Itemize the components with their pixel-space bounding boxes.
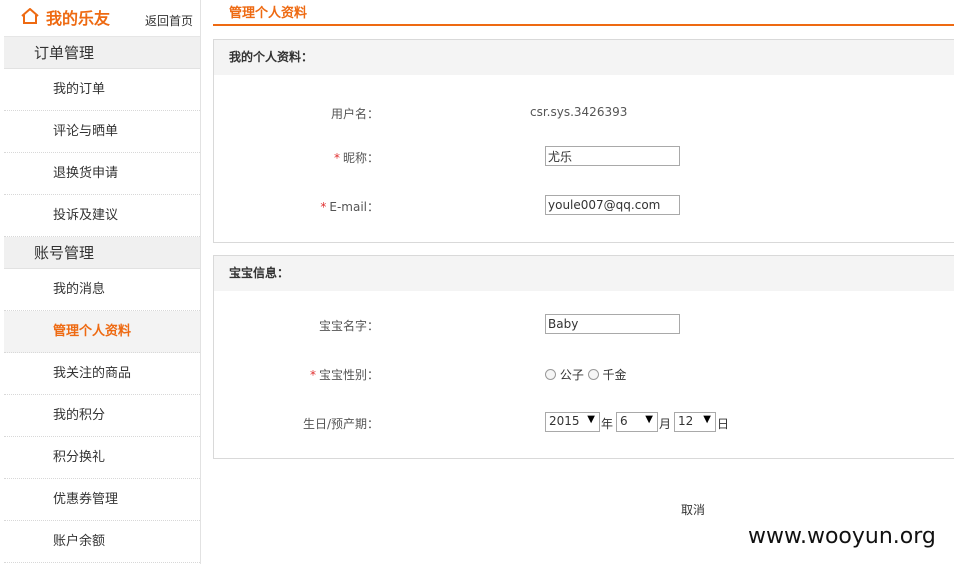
cancel-button[interactable]: 取消 — [681, 501, 705, 518]
chevron-down-icon: ▼ — [645, 414, 653, 425]
nickname-row: * 昵称： — [214, 146, 954, 168]
watermark: www.wooyun.org — [740, 519, 954, 555]
year-select[interactable]: 2015 ▼ — [545, 412, 600, 432]
required-mark: * — [320, 200, 327, 214]
profile-panel: 我的个人资料： 用户名： csr.sys.3426393 *昵称： *E-mai… — [213, 39, 954, 243]
sidebar-item-points-exchange[interactable]: 积分换礼 — [4, 437, 200, 479]
year-value: 2015 — [549, 414, 580, 428]
sidebar-item-messages[interactable]: 我的消息 — [4, 269, 200, 311]
baby-panel-header: 宝宝信息： — [214, 256, 954, 291]
baby-gender-row: * 宝宝性别： 公子 千金 — [214, 363, 954, 385]
chevron-down-icon: ▼ — [587, 414, 595, 425]
required-mark: * — [309, 368, 316, 382]
page-title-bar: 管理个人资料 — [213, 0, 954, 26]
baby-gender-label-wrap: * 宝宝性别： — [310, 366, 379, 383]
baby-gender-label: 宝宝性别： — [318, 368, 379, 382]
sidebar-title: 我的乐友 — [46, 9, 111, 28]
email-label: E-mail： — [329, 200, 379, 214]
username-value: csr.sys.3426393 — [530, 105, 628, 119]
gender-option-boy-label: 公子 — [559, 368, 584, 382]
day-select[interactable]: 12 ▼ — [674, 412, 716, 432]
required-mark: * — [333, 151, 340, 165]
back-home-link[interactable]: 返回首页 — [145, 12, 193, 29]
sidebar-header: 我的乐友 返回首页 — [4, 0, 200, 37]
sidebar-item-returns[interactable]: 退换货申请 — [4, 153, 200, 195]
day-unit: 日 — [717, 417, 730, 431]
sidebar: 我的乐友 返回首页 订单管理 我的订单 评论与晒单 退换货申请 投诉及建议 账号… — [4, 0, 201, 564]
sidebar-item-followed-products[interactable]: 我关注的商品 — [4, 353, 200, 395]
sidebar-item-reviews[interactable]: 评论与晒单 — [4, 111, 200, 153]
nickname-label: 昵称： — [342, 151, 379, 165]
home-icon — [21, 8, 39, 24]
gender-option-girl-label: 千金 — [602, 368, 627, 382]
month-unit: 月 — [659, 417, 672, 431]
email-input[interactable] — [545, 195, 680, 215]
profile-panel-header: 我的个人资料： — [214, 40, 954, 75]
gender-radio-girl[interactable] — [587, 369, 599, 380]
chevron-down-icon: ▼ — [703, 414, 711, 425]
baby-panel: 宝宝信息： 宝宝名字： *宝宝性别： 公子 千金 生日/预产期： 2015 ▼ … — [213, 255, 954, 459]
gender-options: 公子 千金 — [545, 366, 627, 383]
sidebar-item-my-orders[interactable]: 我的订单 — [4, 69, 200, 111]
page-title: 管理个人资料 — [229, 6, 308, 21]
gender-radio-boy[interactable] — [545, 369, 556, 380]
baby-name-row: 宝宝名字： — [214, 314, 954, 336]
birthday-label: 生日/预产期： — [302, 417, 379, 431]
sidebar-item-manage-profile[interactable]: 管理个人资料 — [4, 311, 200, 353]
sidebar-item-points[interactable]: 我的积分 — [4, 395, 200, 437]
baby-name-input[interactable] — [545, 314, 680, 334]
username-label: 用户名： — [330, 107, 379, 121]
birthday-row: 生日/预产期： 2015 ▼ 年 6 ▼ 月 12 ▼ 日 — [214, 412, 954, 434]
email-row: * E-mail： — [214, 195, 954, 217]
day-value: 12 — [678, 414, 694, 428]
sidebar-item-coupons[interactable]: 优惠券管理 — [4, 479, 200, 521]
baby-name-label: 宝宝名字： — [318, 319, 379, 333]
nickname-input[interactable] — [545, 146, 680, 166]
month-select[interactable]: 6 ▼ — [616, 412, 658, 432]
month-value: 6 — [620, 414, 628, 428]
username-row: 用户名： csr.sys.3426393 — [214, 102, 954, 124]
email-label-wrap: * E-mail： — [320, 198, 379, 215]
sidebar-item-balance[interactable]: 账户余额 — [4, 521, 200, 563]
year-unit: 年 — [601, 417, 614, 431]
nickname-label-wrap: * 昵称： — [334, 149, 379, 166]
group-title-account: 账号管理 — [4, 237, 200, 269]
group-title-orders: 订单管理 — [4, 37, 200, 69]
sidebar-item-complaints[interactable]: 投诉及建议 — [4, 195, 200, 237]
